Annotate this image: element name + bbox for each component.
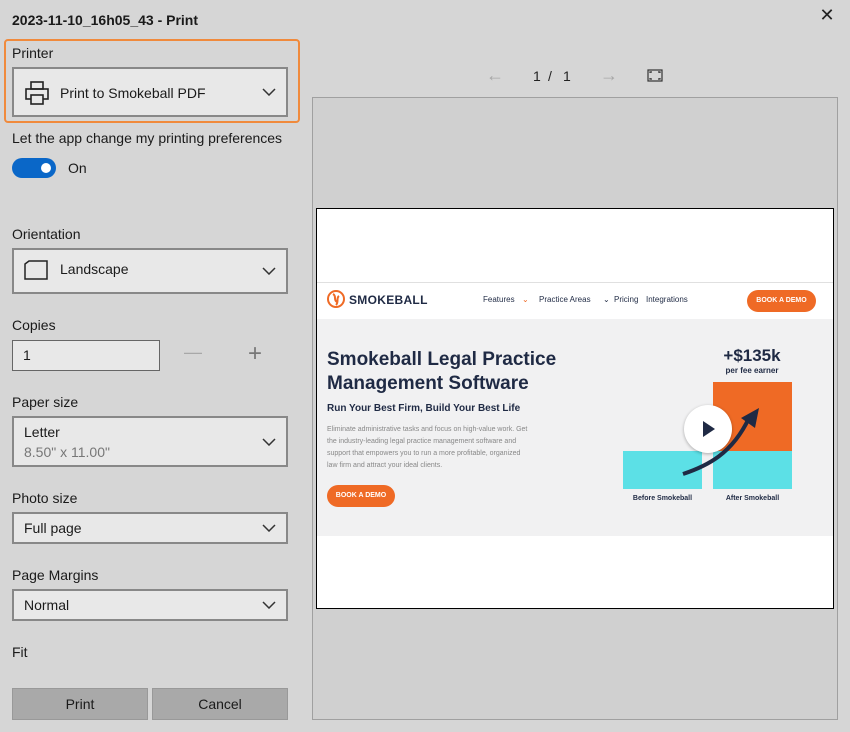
previous-page-icon[interactable]: ← — [486, 65, 504, 86]
fullscreen-icon[interactable] — [647, 69, 663, 82]
printer-value: Print to Smokeball PDF — [60, 85, 206, 101]
photo-size-select[interactable]: Full page — [12, 512, 288, 544]
hero-demo-button: BOOK A DEMO — [327, 485, 395, 507]
chevron-down-icon — [262, 437, 276, 446]
copies-input[interactable]: 1 — [12, 340, 160, 371]
smokeball-logo-icon — [327, 290, 345, 308]
orientation-select[interactable]: Landscape — [12, 248, 288, 294]
toggle-state-label: On — [68, 160, 87, 176]
brand-name: SMOKEBALL — [349, 293, 428, 307]
chevron-down-icon — [262, 88, 276, 96]
margins-label: Page Margins — [12, 567, 99, 583]
page-separator: / — [548, 68, 552, 84]
photo-size-label: Photo size — [12, 490, 78, 506]
margins-select[interactable]: Normal — [12, 589, 288, 621]
play-icon — [703, 421, 715, 437]
hero-body-line4: law firm and attract your ideal clients. — [327, 462, 443, 469]
print-button[interactable]: Print — [12, 688, 148, 720]
hero-body-line2: the industry-leading legal practice mana… — [327, 438, 517, 445]
printer-select[interactable]: Print to Smokeball PDF — [12, 67, 288, 117]
book-demo-button: BOOK A DEMO — [747, 290, 816, 312]
nav-integrations: Integrations — [646, 295, 688, 304]
page-current: 1 — [533, 68, 541, 84]
nav-practice-areas: Practice Areas — [539, 295, 591, 304]
before-label: Before Smokeball — [632, 495, 693, 502]
paper-size-value: Letter — [24, 424, 60, 440]
paper-size-select[interactable]: Letter 8.50" x 11.00" — [12, 416, 288, 467]
decrement-button[interactable]: — — [184, 342, 202, 363]
chevron-down-icon — [262, 267, 276, 275]
orientation-value: Landscape — [60, 261, 129, 277]
preview-page: SMOKEBALL Features ⌄ Practice Areas ⌄ Pr… — [316, 208, 834, 609]
chevron-down-icon — [262, 524, 276, 532]
stat-value: +$135k — [723, 346, 781, 365]
increment-button[interactable]: + — [248, 340, 262, 368]
paper-size-dimensions: 8.50" x 11.00" — [24, 444, 110, 460]
preferences-label: Let the app change my printing preferenc… — [12, 130, 283, 146]
next-page-icon[interactable]: → — [600, 65, 618, 86]
preferences-toggle[interactable] — [12, 158, 56, 178]
play-button — [684, 405, 732, 453]
printer-icon — [25, 81, 49, 105]
hero-tagline: Run Your Best Firm, Build Your Best Life — [327, 403, 521, 414]
cancel-button[interactable]: Cancel — [152, 688, 288, 720]
landscape-page-icon — [24, 260, 48, 280]
page-total: 1 — [563, 68, 571, 84]
after-label: After Smokeball — [725, 495, 780, 502]
stat-caption: per fee earner — [725, 366, 779, 375]
margins-value: Normal — [24, 597, 70, 613]
chevron-down-icon: ⌄ — [522, 295, 529, 304]
copies-label: Copies — [12, 317, 56, 333]
hero-body-line3: support that empowers you to run a more … — [327, 450, 521, 457]
hero-headline-line1: Smokeball Legal Practice — [327, 349, 557, 370]
nav-features: Features — [483, 295, 515, 304]
nav-pricing: Pricing — [614, 295, 639, 304]
chevron-down-icon: ⌄ — [603, 295, 610, 304]
header-divider — [317, 282, 833, 283]
window-title: 2023-11-10_16h05_43 - Print — [12, 12, 199, 28]
close-icon[interactable]: ✕ — [818, 6, 836, 24]
orientation-label: Orientation — [12, 226, 81, 242]
hero-headline-line2: Management Software — [327, 373, 529, 394]
fit-label: Fit — [12, 644, 28, 660]
toggle-knob — [41, 163, 51, 173]
paper-size-label: Paper size — [12, 394, 79, 410]
printer-label: Printer — [12, 45, 54, 61]
hero-body-line1: Eliminate administrative tasks and focus… — [327, 426, 528, 433]
photo-size-value: Full page — [24, 520, 82, 536]
chevron-down-icon — [262, 601, 276, 609]
